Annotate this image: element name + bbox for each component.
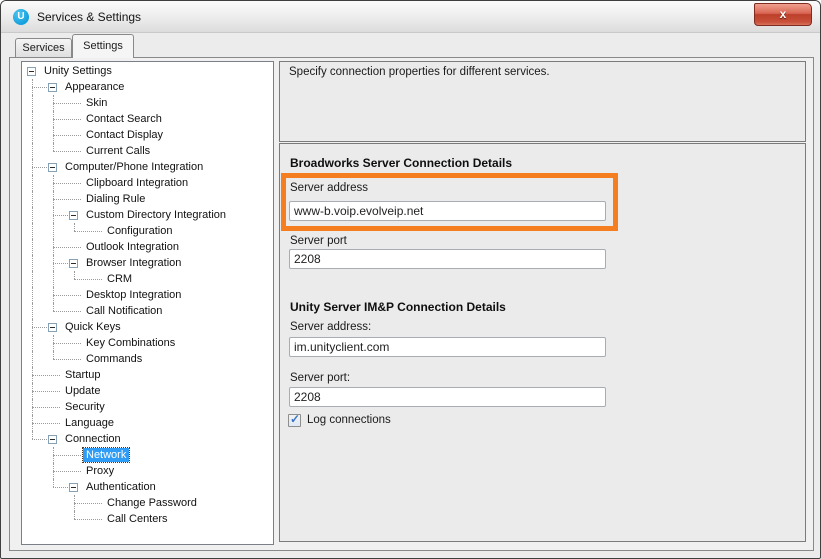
tree-item-label: Key Combinations: [83, 336, 178, 350]
tree-item-label: Browser Integration: [83, 256, 184, 270]
tree-item-label: Network: [83, 448, 129, 462]
expander-minus-icon[interactable]: [48, 435, 57, 444]
tree-item-label: Update: [62, 384, 103, 398]
tree-item-computer-phone-integration[interactable]: Computer/Phone Integration: [22, 159, 273, 175]
imp-server-port-input[interactable]: [289, 387, 606, 407]
unity-app-icon: U: [13, 9, 29, 25]
tree-item-desktop-integration[interactable]: Desktop Integration: [22, 287, 273, 303]
tree-item-label: Quick Keys: [62, 320, 124, 334]
tree-item-label: Outlook Integration: [83, 240, 182, 254]
expander-minus-icon[interactable]: [27, 67, 36, 76]
network-settings-panel: Broadworks Server Connection Details Ser…: [279, 143, 806, 542]
tab-services[interactable]: Services: [15, 38, 72, 58]
tree-item-configuration[interactable]: Configuration: [22, 223, 273, 239]
tree-item-label: Call Notification: [83, 304, 165, 318]
tree-item-authentication[interactable]: Authentication: [22, 479, 273, 495]
tree-item-label: Contact Search: [83, 112, 165, 126]
settings-tree: Unity Settings Appearance Skin Contact Sear…: [21, 61, 274, 545]
tree-item-outlook-integration[interactable]: Outlook Integration: [22, 239, 273, 255]
tree-item-change-password[interactable]: Change Password: [22, 495, 273, 511]
tree-item-skin[interactable]: Skin: [22, 95, 273, 111]
tree-item-proxy[interactable]: Proxy: [22, 463, 273, 479]
tree-item-unity-settings[interactable]: Unity Settings: [22, 63, 273, 79]
tree-item-label: Configuration: [104, 224, 175, 238]
tree-item-language[interactable]: Language: [22, 415, 273, 431]
tree-item-label: Authentication: [83, 480, 159, 494]
tree-item-contact-search[interactable]: Contact Search: [22, 111, 273, 127]
tree-item-label: Call Centers: [104, 512, 171, 526]
tree-item-label: Commands: [83, 352, 145, 366]
description-text: Specify connection properties for differ…: [289, 66, 550, 78]
tree-item-call-centers[interactable]: Call Centers: [22, 511, 273, 527]
tree-item-label: Appearance: [62, 80, 127, 94]
tree-item-label: Clipboard Integration: [83, 176, 191, 190]
tree-item-label: Custom Directory Integration: [83, 208, 229, 222]
settings-tab-page: Unity Settings Appearance Skin Contact Sear…: [9, 57, 814, 551]
tree-item-label: Proxy: [83, 464, 117, 478]
tree-item-update[interactable]: Update: [22, 383, 273, 399]
tree-item-label: Startup: [62, 368, 103, 382]
close-button[interactable]: x: [754, 3, 812, 26]
description-panel: Specify connection properties for differ…: [279, 61, 806, 142]
window-title: Services & Settings: [37, 10, 141, 24]
expander-minus-icon[interactable]: [69, 259, 78, 268]
log-connections-label: Log connections: [307, 414, 391, 426]
broadworks-server-port-input[interactable]: [289, 249, 606, 269]
tree-item-security[interactable]: Security: [22, 399, 273, 415]
broadworks-section-title: Broadworks Server Connection Details: [290, 156, 512, 170]
broadworks-server-port-label: Server port: [290, 235, 347, 247]
tree-item-key-combinations[interactable]: Key Combinations: [22, 335, 273, 351]
tree-item-connection[interactable]: Connection: [22, 431, 273, 447]
expander-minus-icon[interactable]: [48, 83, 57, 92]
tree-item-label: Change Password: [104, 496, 200, 510]
tree-item-quick-keys[interactable]: Quick Keys: [22, 319, 273, 335]
expander-minus-icon[interactable]: [69, 483, 78, 492]
tab-settings[interactable]: Settings: [72, 34, 134, 58]
imp-server-address-label: Server address:: [290, 321, 371, 333]
tree-item-network[interactable]: Network: [22, 447, 273, 463]
expander-minus-icon[interactable]: [48, 163, 57, 172]
tree-item-label: Computer/Phone Integration: [62, 160, 206, 174]
tree-item-label: Current Calls: [83, 144, 153, 158]
tree-item-label: Unity Settings: [41, 64, 115, 78]
services-settings-dialog: U Services & Settings x Services Setting…: [0, 0, 821, 559]
expander-minus-icon[interactable]: [48, 323, 57, 332]
tree-item-clipboard-integration[interactable]: Clipboard Integration: [22, 175, 273, 191]
tree-item-custom-directory-integration[interactable]: Custom Directory Integration: [22, 207, 273, 223]
imp-server-port-label: Server port:: [290, 372, 350, 384]
tree-item-current-calls[interactable]: Current Calls: [22, 143, 273, 159]
title-bar: U Services & Settings x: [1, 1, 820, 33]
tree-item-dialing-rule[interactable]: Dialing Rule: [22, 191, 273, 207]
imp-section-title: Unity Server IM&P Connection Details: [290, 300, 506, 314]
tree-item-appearance[interactable]: Appearance: [22, 79, 273, 95]
tree-item-contact-display[interactable]: Contact Display: [22, 127, 273, 143]
tree-item-commands[interactable]: Commands: [22, 351, 273, 367]
tree-item-label: CRM: [104, 272, 135, 286]
tree-item-label: Contact Display: [83, 128, 166, 142]
tree-item-label: Dialing Rule: [83, 192, 148, 206]
log-connections-checkbox[interactable]: [288, 414, 301, 427]
tree-item-browser-integration[interactable]: Browser Integration: [22, 255, 273, 271]
tree-item-label: Desktop Integration: [83, 288, 184, 302]
tree-item-crm[interactable]: CRM: [22, 271, 273, 287]
broadworks-server-address-label: Server address: [290, 182, 368, 194]
broadworks-server-address-input[interactable]: [289, 201, 606, 221]
tree-item-startup[interactable]: Startup: [22, 367, 273, 383]
tree-item-label: Language: [62, 416, 117, 430]
expander-minus-icon[interactable]: [69, 211, 78, 220]
tree-item-label: Security: [62, 400, 108, 414]
tree-item-label: Skin: [83, 96, 110, 110]
tree-item-call-notification[interactable]: Call Notification: [22, 303, 273, 319]
imp-server-address-input[interactable]: [289, 337, 606, 357]
tree-item-label: Connection: [62, 432, 124, 446]
